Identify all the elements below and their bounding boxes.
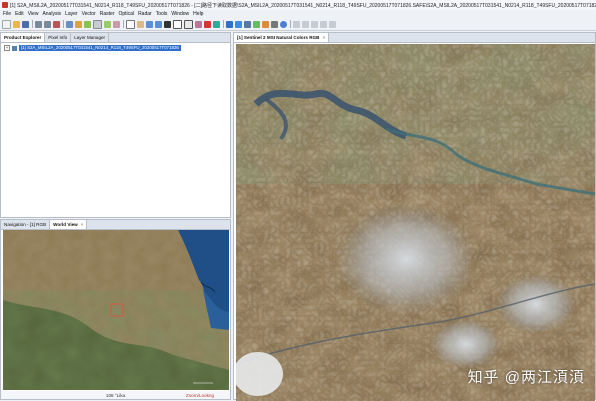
toolbar-separator	[290, 20, 291, 28]
navigation-panel: Navigation - [1] RGB World View × · · · …	[0, 219, 231, 400]
menu-help[interactable]: Help	[193, 11, 203, 17]
pixel-info-icon[interactable]	[75, 20, 82, 28]
select-icon[interactable]	[126, 19, 135, 29]
help-icon[interactable]	[280, 20, 287, 28]
draw-polygon-icon[interactable]	[184, 19, 193, 29]
menu-vector[interactable]: Vector	[82, 11, 96, 17]
undo-icon[interactable]	[35, 20, 42, 28]
nav-status-bar: 108 °Lika Zoom/Lookng	[1, 391, 230, 399]
tab-pixel-info[interactable]: Pixel Info	[45, 33, 72, 42]
menu-view[interactable]: View	[28, 11, 39, 17]
menu-bar: File Edit View Analysis Layer Vector Ras…	[0, 10, 596, 18]
cut-icon[interactable]	[53, 20, 60, 28]
layer-editor-icon[interactable]	[244, 20, 251, 28]
svg-text:·: ·	[143, 357, 144, 361]
band-maths-icon[interactable]	[104, 20, 111, 28]
disabled-tool-icon	[302, 20, 309, 28]
settings-icon[interactable]	[271, 20, 278, 28]
svg-text:·: ·	[33, 367, 34, 371]
left-panel-tabs: Product Explorer Pixel Info Layer Manage…	[1, 33, 230, 43]
draw-rect-icon[interactable]	[173, 19, 182, 29]
sentinel2-rgb-image	[236, 44, 595, 401]
watermark-text: 知乎 @两江湏湏	[467, 369, 585, 386]
product-explorer-panel: Product Explorer Pixel Info Layer Manage…	[0, 32, 231, 218]
toolbar-separator	[123, 20, 124, 28]
colour-icon[interactable]	[262, 20, 269, 28]
magic-wand-icon[interactable]	[195, 20, 202, 28]
new-icon[interactable]	[2, 19, 11, 29]
zoom-out-icon[interactable]	[155, 20, 162, 28]
tab-layer-manager[interactable]: Layer Manager	[71, 33, 110, 42]
tab-world-view[interactable]: World View ×	[50, 220, 88, 229]
pan-icon[interactable]	[137, 20, 144, 28]
open-icon[interactable]	[13, 20, 20, 28]
disabled-tool-icon	[311, 20, 318, 28]
title-bar: [1] S2A_MSIL2A_20200517T031541_N0214_R11…	[0, 0, 596, 10]
menu-window[interactable]: Window	[171, 11, 189, 17]
menu-raster[interactable]: Raster	[100, 11, 115, 17]
menu-radar[interactable]: Radar	[138, 11, 152, 17]
disabled-tool-icon	[320, 20, 327, 28]
close-icon[interactable]: ×	[322, 35, 325, 40]
svg-text:·: ·	[48, 299, 49, 303]
toolbar-separator	[63, 20, 64, 28]
expand-icon[interactable]: +	[4, 45, 10, 51]
window-title: [1] S2A_MSIL2A_20200517T031541_N0214_R11…	[10, 2, 596, 9]
world-map-icon[interactable]	[235, 20, 242, 28]
image-view-panel: [1] Sentinel 2 MSI Natural Colors RGB ×	[233, 32, 596, 401]
toolbar	[0, 18, 596, 31]
nav-status-text: 108 °Lika	[105, 392, 126, 398]
svg-text:·: ·	[131, 307, 132, 311]
toolbar-separator	[32, 20, 33, 28]
zoom-status-text: Zoom/Lookng	[185, 392, 214, 398]
pin-icon[interactable]	[204, 20, 211, 28]
spectrum-icon[interactable]	[93, 19, 102, 29]
view-tabs: [1] Sentinel 2 MSI Natural Colors RGB ×	[234, 33, 595, 43]
nav-panel-tabs: Navigation - [1] RGB World View ×	[1, 220, 230, 230]
disabled-tool-icon	[329, 20, 336, 28]
product-label[interactable]: [1] S2A_MSIL2A_20200517T031541_N0214_R11…	[19, 45, 181, 51]
close-icon[interactable]: ×	[81, 222, 84, 227]
globe-icon[interactable]	[226, 20, 233, 28]
svg-text:·: ·	[98, 293, 99, 297]
time-series-icon[interactable]	[253, 20, 260, 28]
layers-icon[interactable]	[66, 20, 73, 28]
save-icon[interactable]	[22, 20, 29, 28]
world-view-map[interactable]: · · · · · · · ·	[3, 230, 229, 390]
menu-tools[interactable]: Tools	[156, 11, 168, 17]
world-view-map-image: · · · · · · · ·	[3, 230, 229, 390]
menu-file[interactable]: File	[3, 11, 11, 17]
product-icon	[12, 45, 17, 51]
svg-text:·: ·	[13, 287, 14, 291]
tab-product-explorer[interactable]: Product Explorer	[1, 33, 46, 42]
menu-layer[interactable]: Layer	[65, 11, 78, 17]
zoom-in-icon[interactable]	[146, 20, 153, 28]
svg-text:·: ·	[63, 345, 64, 349]
tab-world-view-label: World View	[53, 222, 78, 227]
product-tree-row[interactable]: + [1] S2A_MSIL2A_20200517T031541_N0214_R…	[4, 45, 181, 51]
menu-analysis[interactable]: Analysis	[42, 11, 61, 17]
image-view-tab-label: [1] Sentinel 2 MSI Natural Colors RGB	[237, 35, 320, 40]
satellite-image-canvas[interactable]: 知乎 @两江湏湏	[236, 44, 595, 401]
disabled-tool-icon	[293, 20, 300, 28]
svg-text:·: ·	[153, 323, 154, 327]
menu-optical[interactable]: Optical	[119, 11, 135, 17]
menu-edit[interactable]: Edit	[15, 11, 24, 17]
redo-icon[interactable]	[44, 20, 51, 28]
tab-image-view[interactable]: [1] Sentinel 2 MSI Natural Colors RGB ×	[234, 33, 330, 42]
gcp-icon[interactable]	[213, 20, 220, 28]
tab-navigation[interactable]: Navigation - [1] RGB	[1, 220, 51, 229]
range-icon[interactable]	[84, 20, 91, 28]
histogram-icon[interactable]	[113, 20, 120, 28]
snap-app-icon	[2, 2, 8, 8]
draw-line-icon[interactable]	[164, 20, 171, 28]
toolbar-separator	[223, 20, 224, 28]
tab-navigation-label: Navigation - [1] RGB	[4, 222, 47, 227]
